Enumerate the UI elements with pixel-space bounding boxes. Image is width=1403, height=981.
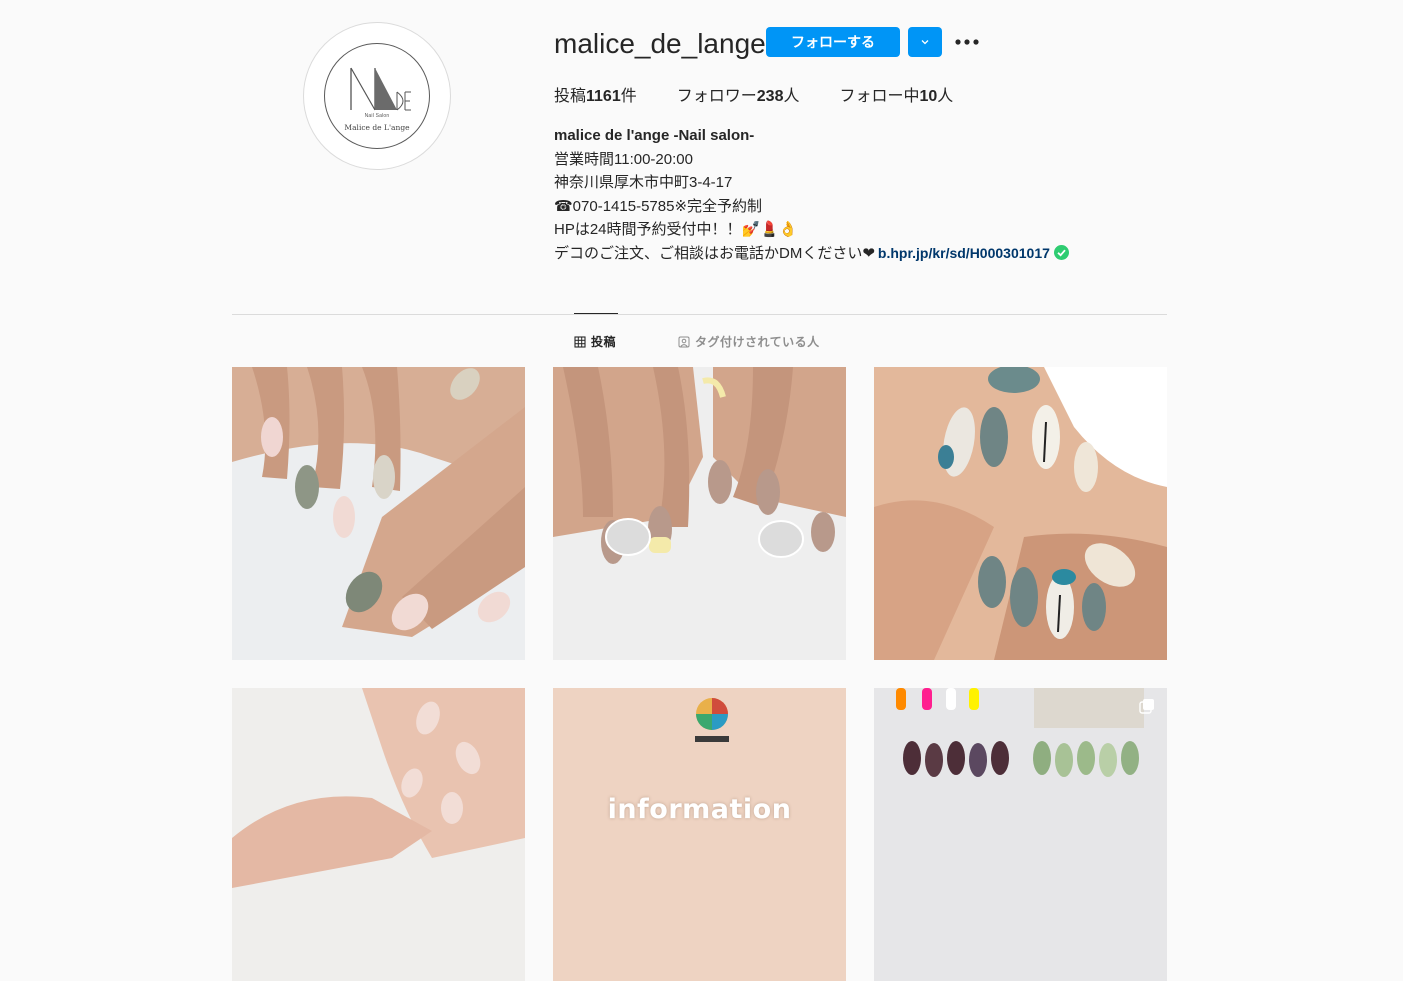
followers-value: 238	[756, 88, 784, 105]
post-image	[232, 367, 525, 660]
tab-posts-label: 投稿	[591, 335, 617, 349]
post-image	[232, 688, 525, 981]
followers-count[interactable]: フォロワー238人	[677, 82, 800, 106]
logo-small-text: Nail Salon	[364, 113, 390, 119]
following-unit: 人	[937, 88, 954, 105]
bio-address: 神奈川県厚木市中町3-4-17	[554, 174, 733, 191]
verified-icon	[1053, 244, 1069, 260]
profile-page: Nail Salon Malice de L'ange malice_de_la…	[232, 0, 1167, 981]
posts-count: 投稿1161件	[554, 82, 637, 106]
bio-reservation: HPは24時間予約受付中！！💅💄👌	[554, 221, 798, 238]
profile-stats: 投稿1161件 フォロワー238人 フォロー中10人	[554, 82, 993, 106]
following-label: フォロー中	[839, 88, 920, 105]
post-thumbnail[interactable]	[232, 367, 525, 660]
bio-website-link[interactable]: b.hpr.jp/kr/sd/H000301017	[878, 245, 1050, 261]
bio-phone: ☎070-1415-5785※完全予約制	[554, 197, 763, 215]
followers-unit: 人	[783, 88, 800, 105]
multiple-posts-icon	[1139, 699, 1154, 714]
tab-posts[interactable]: 投稿	[574, 333, 616, 350]
logo-name-text: Malice de L'ange	[344, 123, 410, 132]
avatar-logo: Nail Salon Malice de L'ange	[324, 43, 430, 149]
grid-icon	[574, 335, 586, 348]
post-image	[874, 688, 1167, 981]
bio-order-note: デコのご注文、ご相談はお電話かDMください❤	[554, 244, 875, 262]
tab-tagged-label: タグ付けされている人	[695, 335, 820, 349]
more-icon	[955, 39, 979, 45]
post-image	[553, 688, 846, 981]
post-thumbnail[interactable]	[874, 367, 1167, 660]
suggested-accounts-button[interactable]	[908, 27, 942, 57]
chevron-down-icon	[921, 40, 929, 45]
tab-tagged[interactable]: タグ付けされている人	[678, 333, 820, 350]
post-thumbnail[interactable]	[232, 688, 525, 981]
nail-logo-mark	[350, 67, 411, 111]
following-value: 10	[919, 88, 938, 105]
post-image	[874, 367, 1167, 660]
followers-label: フォロワー	[676, 88, 757, 105]
profile-username: malice_de_lange	[554, 28, 766, 59]
post-thumbnail[interactable]	[874, 688, 1167, 981]
profile-avatar[interactable]: Nail Salon Malice de L'ange	[303, 22, 451, 170]
post-image	[553, 367, 846, 660]
bio-hours: 営業時間11:00-20:00	[554, 150, 693, 168]
bio-last-line: デコのご注文、ご相談はお電話かDMください❤ b.hpr.jp/kr/sd/H00…	[554, 242, 1069, 266]
follow-button[interactable]: フォローする	[766, 27, 900, 57]
post-thumbnail[interactable]: information	[553, 688, 846, 981]
more-options-button[interactable]	[954, 30, 980, 54]
post-caption-overlay: information	[607, 794, 792, 825]
posts-count-value: 1161	[586, 88, 621, 105]
following-count[interactable]: フォロー中10人	[839, 82, 953, 106]
bio-full-name: malice de l'ange -Nail salon-	[554, 127, 755, 144]
post-thumbnail[interactable]	[553, 367, 846, 660]
active-tab-indicator	[574, 313, 618, 314]
profile-bio: malice de l'ange -Nail salon- 営業時間11:00-…	[554, 124, 1069, 265]
tagged-icon	[678, 336, 690, 347]
posts-count-unit: 件	[620, 88, 637, 105]
posts-count-label: 投稿	[554, 88, 587, 105]
tabs-divider	[232, 314, 1167, 315]
